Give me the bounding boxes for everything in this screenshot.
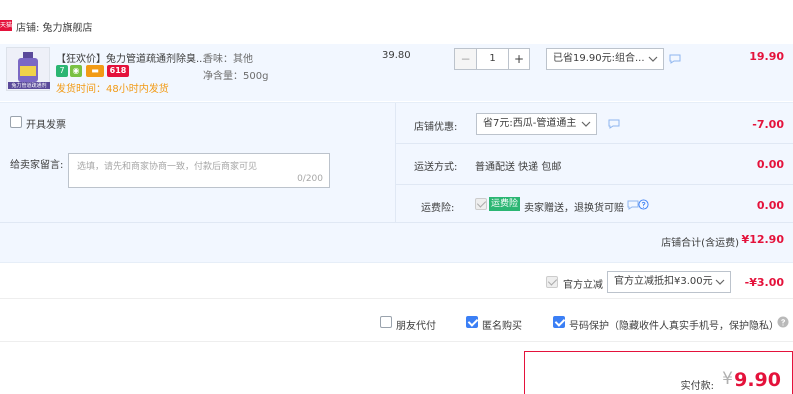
shop-total-amount: ¥12.90: [741, 233, 784, 246]
store-header: 天猫 店铺: 兔力旗舰店: [0, 0, 793, 44]
chat-icon[interactable]: [608, 119, 620, 129]
message-textarea[interactable]: 选填，请先和商家协商一致，付款后商家可见 0/200: [68, 153, 330, 188]
item-discount-select[interactable]: 已省19.90元:组合...: [546, 48, 664, 70]
seven-day-return-icon: 7: [56, 65, 68, 77]
payment-box: 实付款: ¥ 9.90: [524, 351, 793, 394]
quantity-minus-button[interactable]: −: [455, 49, 477, 69]
right-divider-2: [396, 184, 793, 185]
quantity-input[interactable]: 1: [477, 49, 508, 69]
unit-price: 39.80: [382, 50, 411, 61]
guarantee-icon: ◉: [70, 65, 82, 77]
official-divider: [0, 262, 793, 263]
privacy-checkbox[interactable]: [553, 316, 565, 328]
message-label: 给卖家留言:: [10, 160, 64, 171]
payment-currency: ¥: [722, 369, 733, 389]
message-placeholder: 选填，请先和商家协商一致，付款后商家可见: [77, 162, 258, 172]
chevron-down-icon: [715, 279, 725, 285]
item-discount-value: 已省19.90元:组合...: [553, 53, 645, 64]
invoice-checkbox[interactable]: [10, 116, 22, 128]
official-select-value: 官方立减抵扣¥3.00元: [614, 276, 713, 287]
payment-amount: 9.90: [734, 369, 781, 391]
item-title[interactable]: 【狂欢价】兔力管道疏通剂除臭...: [56, 50, 206, 65]
official-checkbox: [546, 276, 558, 288]
ship-time: 发货时间：48小时内发货: [56, 84, 169, 95]
quantity-plus-button[interactable]: +: [508, 49, 529, 69]
store-name[interactable]: 店铺: 兔力旗舰店: [16, 19, 93, 34]
insurance-amount: 0.00: [756, 199, 784, 212]
help-icon[interactable]: [638, 199, 649, 210]
right-divider-1: [396, 143, 793, 144]
attr-flavor: 香味：其他: [203, 54, 253, 65]
chevron-down-icon: [581, 121, 591, 127]
coupon-icon: ▬: [86, 65, 104, 77]
badge-618: 618: [107, 65, 129, 77]
item-subtotal: 19.90: [749, 50, 784, 63]
insurance-tag: 运费险: [489, 197, 521, 211]
anonymous-label[interactable]: 匿名购买: [482, 317, 522, 332]
shop-discount-value: 省7元:西瓜-管道通主: [483, 118, 577, 129]
delivery-amount: 0.00: [756, 158, 784, 171]
delivery-value: 普通配送 快递 包邮: [475, 162, 562, 173]
official-select[interactable]: 官方立减抵扣¥3.00元: [607, 271, 731, 293]
shop-total-label: 店铺合计(含运费): [661, 238, 739, 249]
payment-divider: [0, 341, 793, 342]
message-counter: 0/200: [297, 174, 323, 184]
payment-label: 实付款:: [680, 381, 714, 392]
product-image[interactable]: 兔力管道疏通剂: [6, 47, 50, 91]
anonymous-checkbox[interactable]: [466, 316, 478, 328]
invoice-label[interactable]: 开具发票: [26, 116, 66, 131]
friend-pay-checkbox[interactable]: [380, 316, 392, 328]
insurance-label: 运费险:: [421, 203, 455, 214]
insurance-checkbox: [475, 198, 487, 210]
shop-total-divider: [0, 222, 793, 223]
delivery-label: 运送方式:: [414, 162, 458, 173]
official-amount: -¥3.00: [744, 276, 784, 289]
shop-discount-label: 店铺优惠:: [414, 122, 458, 133]
help-icon[interactable]: [777, 316, 789, 328]
shop-discount-select[interactable]: 省7元:西瓜-管道通主: [476, 113, 597, 135]
friend-pay-label[interactable]: 朋友代付: [396, 317, 436, 332]
service-badges: 7 ◉ ▬ 618: [56, 65, 136, 78]
chevron-down-icon: [648, 56, 658, 62]
official-label: 官方立减: [563, 280, 603, 291]
insurance-desc: 卖家赠送，退换货可赔: [524, 203, 624, 214]
attr-weight: 净含量：500g: [203, 71, 269, 82]
chat-icon[interactable]: [669, 54, 681, 64]
image-caption: 兔力管道疏通剂: [8, 82, 50, 89]
shop-discount-amount: -7.00: [752, 118, 784, 131]
quantity-stepper: − 1 +: [454, 48, 530, 70]
tmall-badge: 天猫: [0, 20, 13, 31]
options-divider: [0, 298, 793, 299]
privacy-label[interactable]: 号码保护（隐藏收件人真实手机号，保护隐私）: [569, 317, 779, 332]
